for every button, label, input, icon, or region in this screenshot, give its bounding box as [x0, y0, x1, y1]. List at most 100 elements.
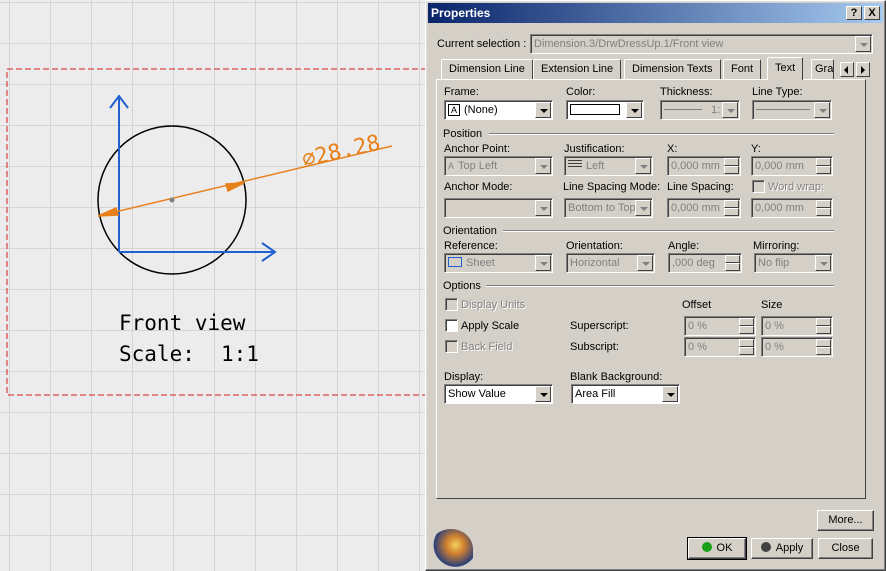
orientation-label: Orientation: — [566, 240, 623, 252]
chevron-down-icon[interactable] — [635, 158, 651, 174]
display-value: Show Value — [448, 388, 506, 400]
tab-dimension-line[interactable]: Dimension Line — [441, 59, 533, 79]
subscript-label: Subscript: — [570, 341, 619, 353]
superscript-offset-spin-buttons[interactable] — [739, 318, 754, 334]
chevron-down-icon[interactable] — [814, 102, 830, 118]
word-wrap-spinner[interactable]: 0,000 mm — [751, 198, 833, 218]
y-label: Y: — [751, 143, 761, 155]
close-window-button[interactable]: X — [864, 6, 880, 20]
mirroring-select[interactable]: No flip — [754, 253, 833, 273]
y-spin-buttons[interactable] — [816, 158, 831, 174]
mirroring-label: Mirroring: — [753, 240, 800, 252]
chevron-down-icon[interactable] — [722, 102, 738, 118]
blank-background-select[interactable]: Area Fill — [571, 384, 680, 404]
x-label: X: — [667, 143, 678, 155]
tab-text[interactable]: Text — [767, 57, 804, 80]
view-axis[interactable] — [109, 94, 277, 262]
chevron-down-icon[interactable] — [535, 158, 551, 174]
tab-dimension-texts[interactable]: Dimension Texts — [624, 59, 721, 79]
chevron-down-icon[interactable] — [637, 255, 653, 271]
align-left-icon — [568, 160, 582, 169]
back-field-checkbox[interactable] — [445, 340, 458, 353]
orientation-value: Horizontal — [570, 257, 620, 269]
subscript-offset-spinner[interactable]: 0 % — [684, 337, 756, 357]
tab-scroll-left-button[interactable] — [840, 62, 854, 77]
superscript-size-spin-buttons[interactable] — [816, 318, 831, 334]
line-type-select[interactable] — [752, 100, 832, 120]
chevron-down-icon[interactable] — [535, 200, 551, 216]
chevron-down-icon[interactable] — [635, 200, 651, 216]
sheet-icon — [448, 257, 462, 267]
line-spacing-mode-select[interactable]: Bottom to Top — [564, 198, 653, 218]
reference-select[interactable]: Sheet — [444, 253, 553, 273]
superscript-size-value: 0 % — [765, 320, 784, 332]
tab-graphics[interactable]: Gra — [811, 59, 834, 79]
blank-background-label: Blank Background: — [570, 371, 663, 383]
options-separator — [486, 285, 834, 287]
angle-spinner[interactable]: ,000 deg — [668, 253, 742, 273]
x-spin-buttons[interactable] — [724, 158, 739, 174]
back-field-label: Back Field — [461, 341, 513, 353]
subscript-size-spinner[interactable]: 0 % — [761, 337, 833, 357]
thickness-select[interactable]: 1: — [660, 100, 740, 120]
chevron-down-icon[interactable] — [535, 386, 551, 402]
chevron-down-icon[interactable] — [626, 102, 642, 118]
apply-button[interactable]: Apply — [751, 538, 813, 559]
drawing-canvas[interactable]: ⌀28.28 Front view Scale: 1:1 — [0, 0, 427, 571]
ok-button[interactable]: OK — [687, 537, 747, 560]
apply-scale-checkbox[interactable] — [445, 319, 458, 332]
y-spinner[interactable]: 0,000 mm — [751, 156, 833, 176]
display-units-label: Display Units — [461, 299, 526, 311]
color-select[interactable] — [566, 100, 644, 120]
reference-label: Reference: — [444, 240, 498, 252]
frame-a-icon: A — [448, 104, 461, 116]
close-button[interactable]: Close — [818, 538, 873, 559]
x-spinner[interactable]: 0,000 mm — [667, 156, 741, 176]
reference-value: Sheet — [466, 257, 495, 269]
line-type-label: Line Type: — [752, 86, 803, 98]
apply-button-label: Apply — [775, 542, 804, 554]
line-spacing-label: Line Spacing: — [667, 181, 734, 193]
superscript-size-spinner[interactable]: 0 % — [761, 316, 833, 336]
scale-label-text[interactable]: Scale: — [119, 342, 195, 366]
tab-font[interactable]: Font — [723, 59, 762, 79]
display-units-checkbox[interactable] — [445, 298, 458, 311]
subscript-size-spin-buttons[interactable] — [816, 339, 831, 355]
thickness-value: 1: — [711, 104, 721, 116]
frame-select[interactable]: A (None) — [444, 100, 553, 120]
justification-select[interactable]: Left — [564, 156, 653, 176]
line-spacing-value: 0,000 mm — [671, 202, 720, 214]
tab-extension-line[interactable]: Extension Line — [533, 59, 622, 79]
y-value: 0,000 mm — [755, 160, 804, 172]
chevron-down-icon[interactable] — [535, 255, 551, 271]
superscript-offset-spinner[interactable]: 0 % — [684, 316, 756, 336]
chevron-down-icon[interactable] — [535, 102, 551, 118]
position-separator — [489, 133, 834, 135]
anchor-mode-select[interactable] — [444, 198, 553, 218]
word-wrap-checkbox[interactable] — [752, 180, 765, 193]
current-selection-combo[interactable]: Dimension.3/DrwDressUp.1/Front view — [530, 34, 873, 54]
line-spacing-mode-value: Bottom to Top — [568, 202, 636, 214]
arrow-right-icon — [861, 66, 865, 74]
angle-spin-buttons[interactable] — [725, 255, 740, 271]
diameter-dimension-text[interactable]: ⌀28.28 — [300, 131, 383, 173]
display-select[interactable]: Show Value — [444, 384, 553, 404]
chevron-down-icon[interactable] — [855, 36, 871, 52]
scale-value-text[interactable]: 1:1 — [221, 342, 259, 366]
line-spacing-spinner[interactable]: 0,000 mm — [667, 198, 741, 218]
anchor-point-select[interactable]: A Top Left — [444, 156, 553, 176]
more-button[interactable]: More... — [817, 510, 874, 531]
word-wrap-spin-buttons[interactable] — [816, 200, 831, 216]
view-frame[interactable] — [6, 68, 427, 396]
chevron-down-icon[interactable] — [662, 386, 678, 402]
anchor-mode-label: Anchor Mode: — [444, 181, 513, 193]
line-spacing-spin-buttons[interactable] — [724, 200, 739, 216]
dialog-titlebar[interactable]: Properties ? X — [428, 3, 883, 23]
subscript-offset-spin-buttons[interactable] — [739, 339, 754, 355]
chevron-down-icon[interactable] — [815, 255, 831, 271]
view-title-text[interactable]: Front view — [119, 311, 246, 335]
orientation-select[interactable]: Horizontal — [566, 253, 655, 273]
tab-scroll-right-button[interactable] — [856, 62, 870, 77]
help-button[interactable]: ? — [846, 6, 862, 20]
size-header: Size — [761, 299, 783, 311]
